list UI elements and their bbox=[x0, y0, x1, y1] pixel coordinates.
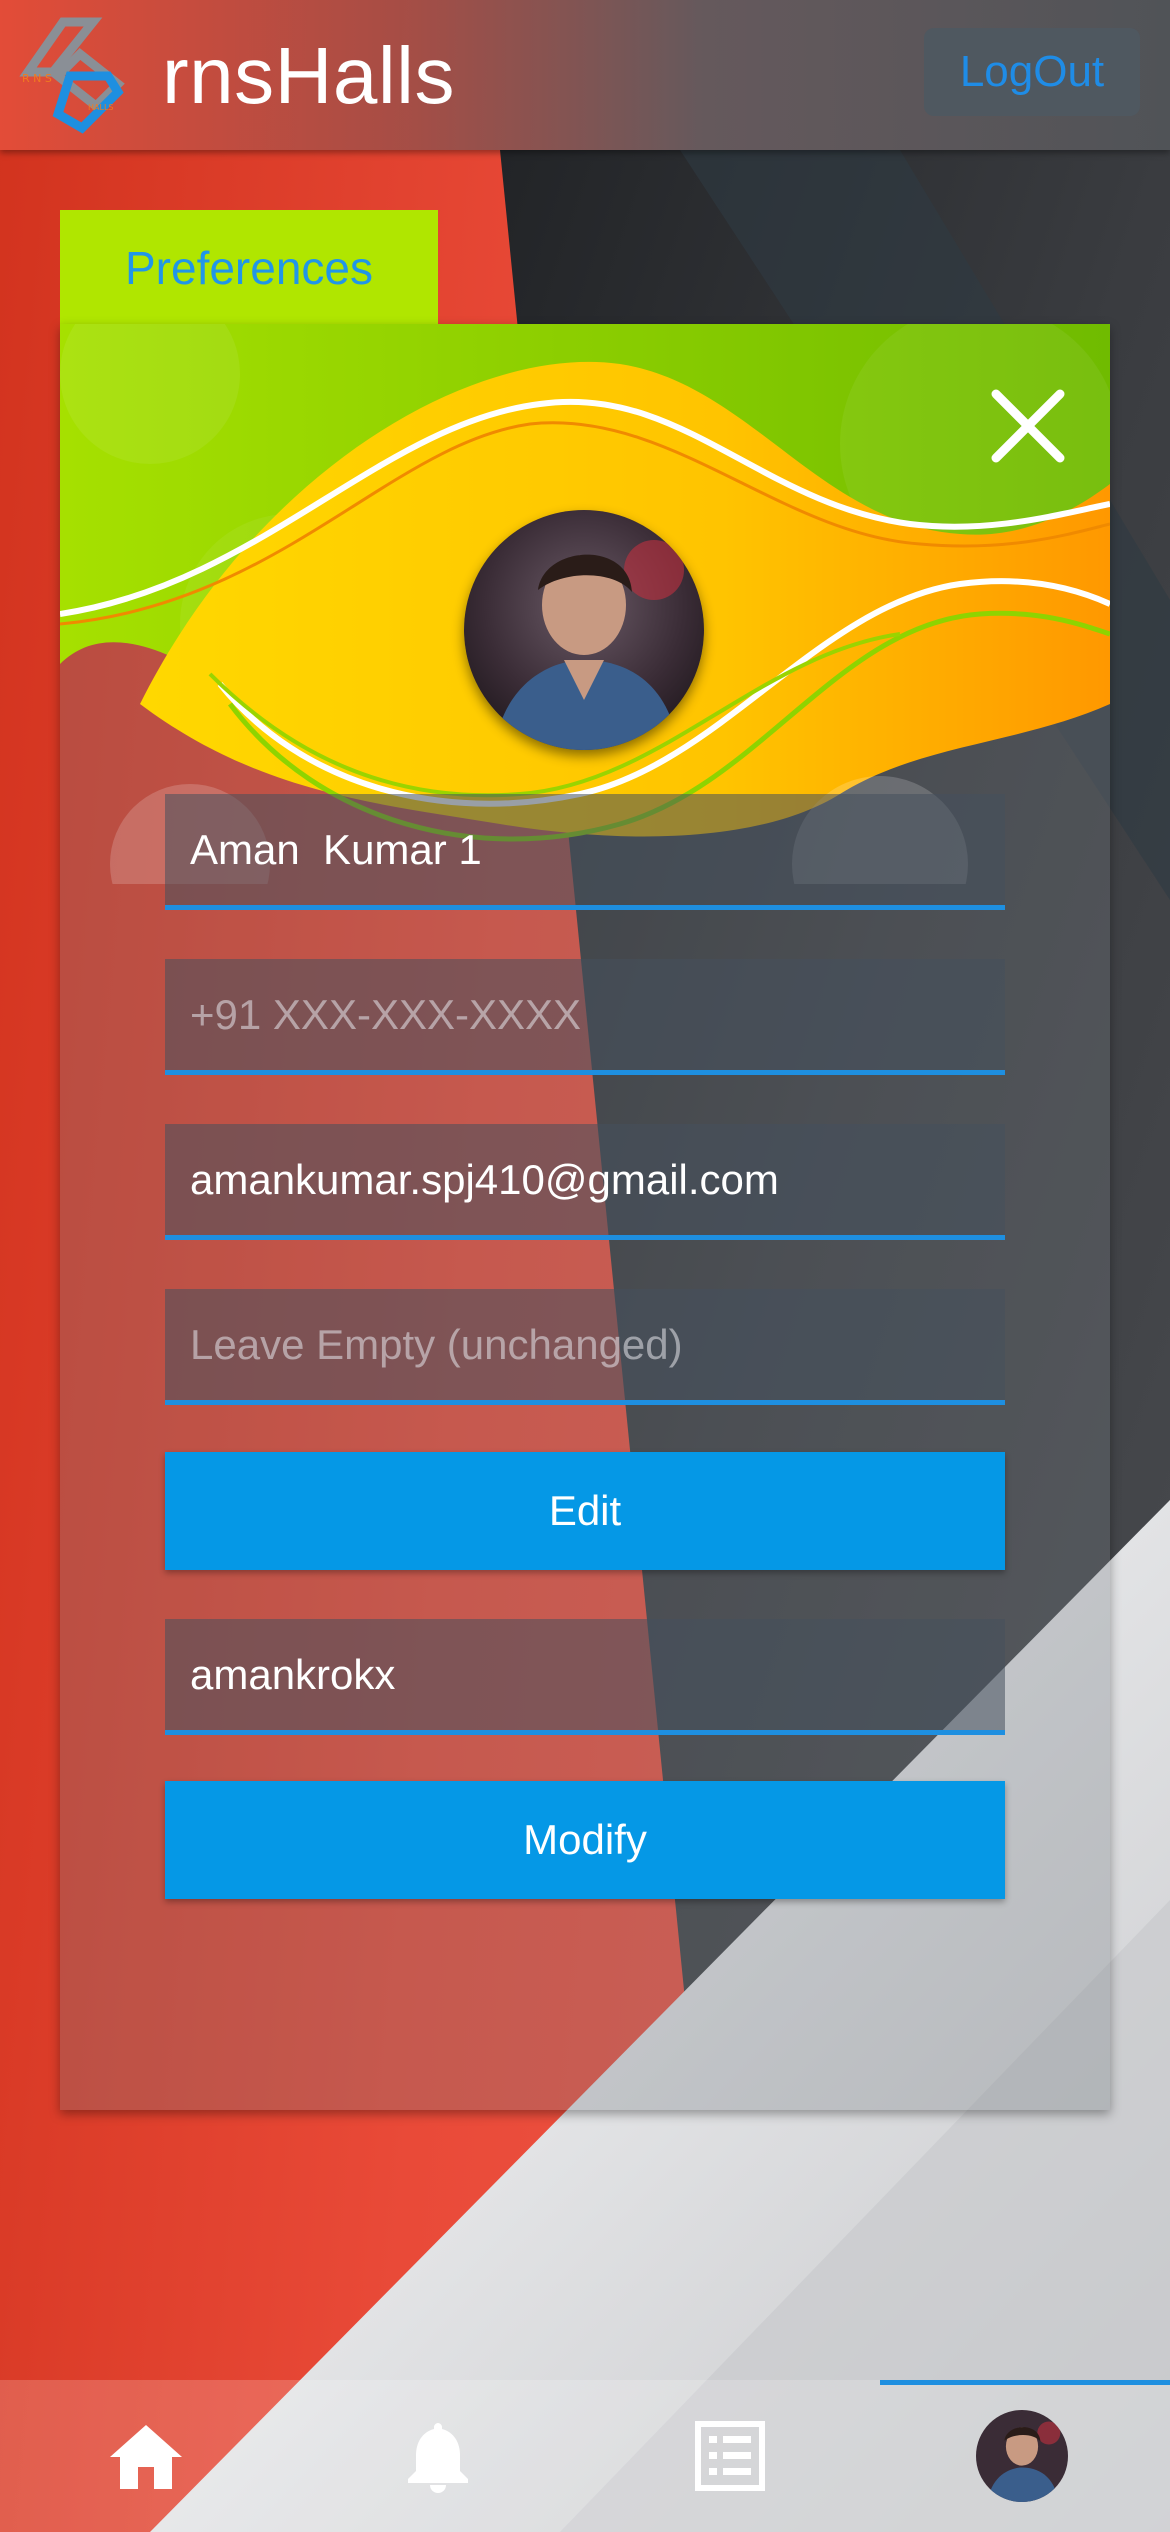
nav-home[interactable] bbox=[0, 2380, 292, 2532]
preferences-card: Edit Modify bbox=[60, 324, 1110, 2110]
profile-avatar[interactable] bbox=[464, 510, 704, 750]
tab-preferences[interactable]: Preferences bbox=[60, 210, 438, 326]
top-app-bar: R N S HALLS rnsHalls LogOut bbox=[0, 0, 1170, 150]
modify-button[interactable]: Modify bbox=[165, 1781, 1005, 1899]
avatar-image bbox=[464, 510, 704, 750]
nav-profile[interactable] bbox=[876, 2380, 1168, 2532]
name-field[interactable] bbox=[165, 794, 1005, 910]
logout-button[interactable]: LogOut bbox=[924, 28, 1140, 116]
nav-notifications[interactable] bbox=[292, 2380, 584, 2532]
list-icon bbox=[695, 2421, 765, 2491]
username-field[interactable] bbox=[165, 1619, 1005, 1735]
home-icon bbox=[110, 2425, 182, 2489]
bell-icon bbox=[408, 2423, 468, 2493]
password-field[interactable] bbox=[165, 1289, 1005, 1405]
email-field[interactable] bbox=[165, 1124, 1005, 1240]
close-icon[interactable] bbox=[982, 380, 1074, 472]
nav-active-indicator bbox=[880, 2380, 1170, 2385]
bottom-navigation bbox=[0, 2380, 1170, 2532]
phone-field[interactable] bbox=[165, 959, 1005, 1075]
svg-text:R N S: R N S bbox=[22, 72, 52, 85]
rns-halls-logo-icon: R N S HALLS bbox=[19, 17, 125, 134]
svg-text:HALLS: HALLS bbox=[88, 103, 113, 112]
app-title: rnsHalls bbox=[162, 31, 455, 120]
profile-avatar bbox=[976, 2410, 1068, 2502]
nav-list[interactable] bbox=[584, 2380, 876, 2532]
edit-button[interactable]: Edit bbox=[165, 1452, 1005, 1570]
